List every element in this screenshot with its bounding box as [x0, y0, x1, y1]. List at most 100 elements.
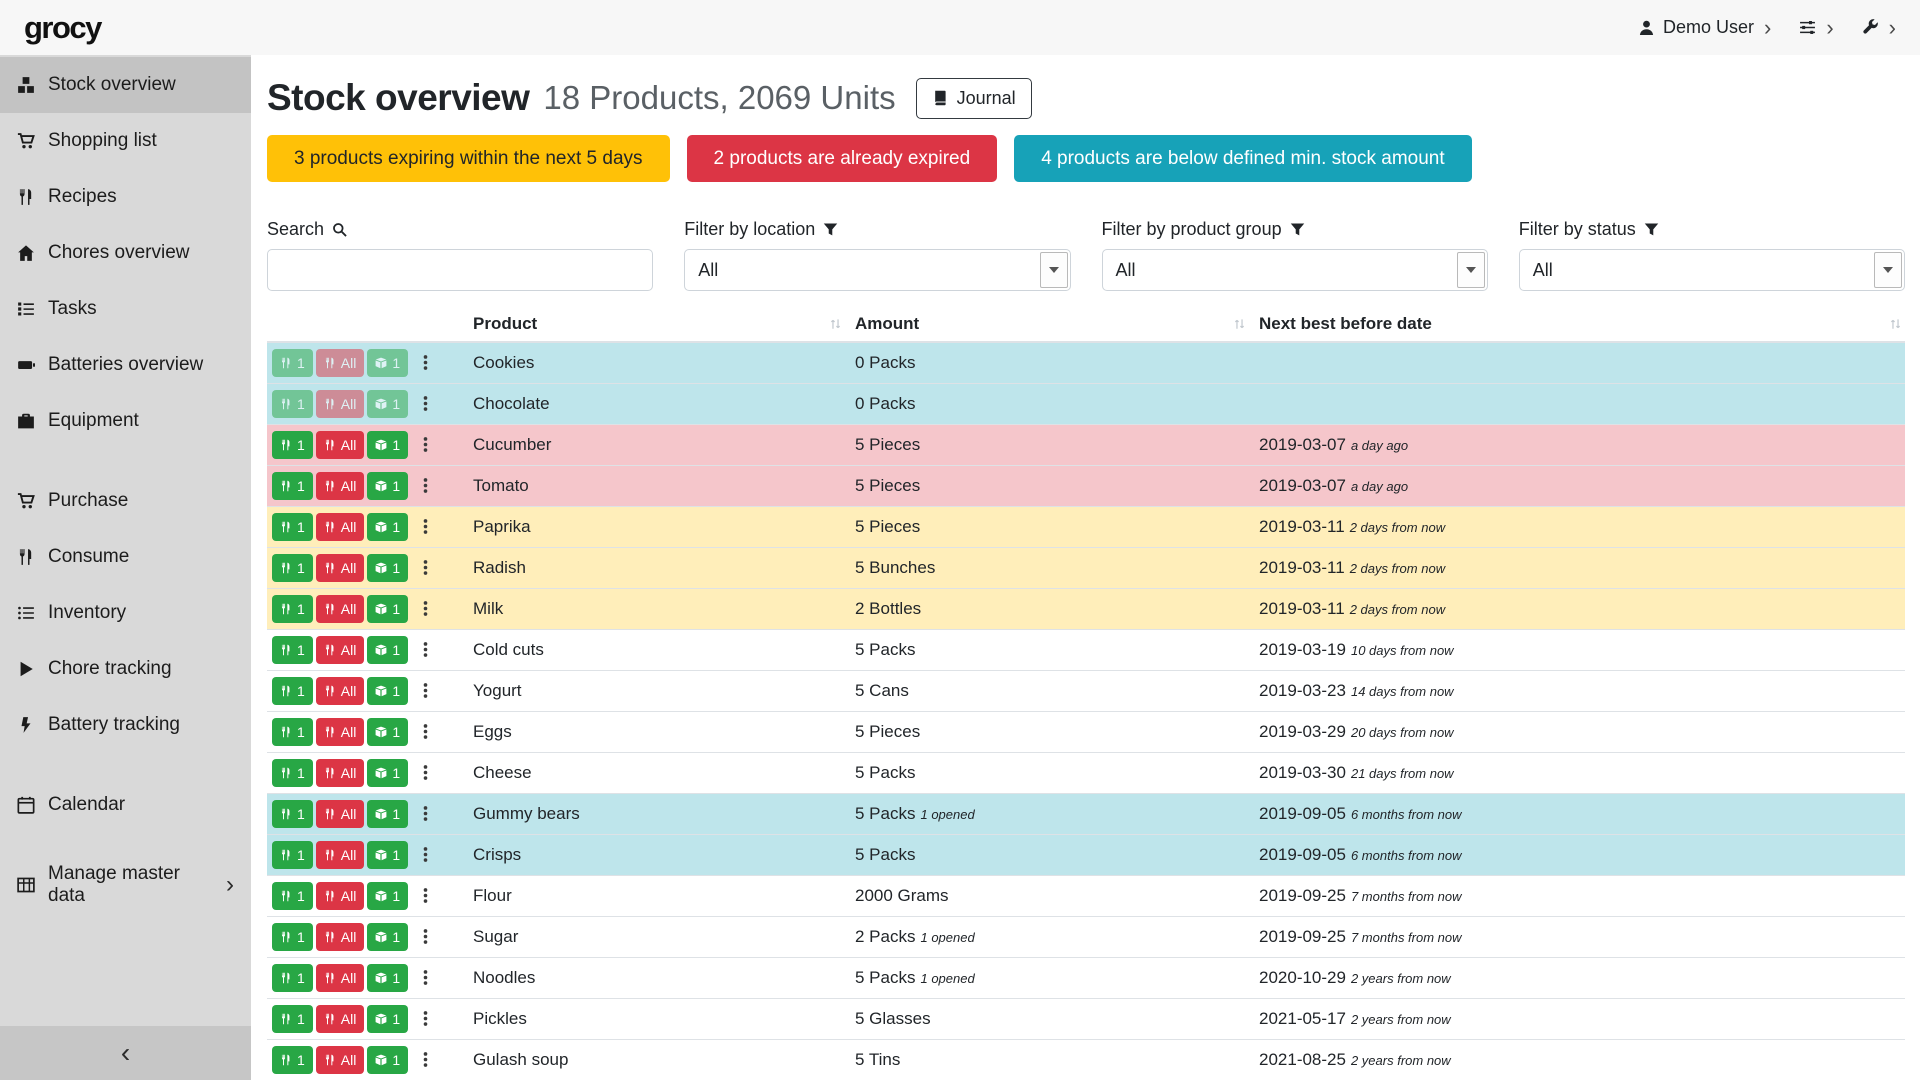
open-one-button[interactable]: 1: [367, 349, 408, 377]
open-one-button[interactable]: 1: [367, 554, 408, 582]
open-one-button[interactable]: 1: [367, 677, 408, 705]
admin-menu[interactable]: ›: [1862, 17, 1896, 39]
open-one-button[interactable]: 1: [367, 923, 408, 951]
open-one-button[interactable]: 1: [367, 431, 408, 459]
consume-one-button[interactable]: 1: [272, 718, 313, 746]
sidebar-item-inventory[interactable]: Inventory: [0, 585, 251, 641]
product-column-header[interactable]: Product: [463, 307, 845, 342]
consume-one-button[interactable]: 1: [272, 472, 313, 500]
row-menu-kebab-icon[interactable]: [417, 518, 434, 535]
sidebar-item-consume[interactable]: Consume: [0, 529, 251, 585]
row-menu-kebab-icon[interactable]: [417, 723, 434, 740]
consume-all-button[interactable]: All: [316, 431, 365, 459]
consume-all-button[interactable]: All: [316, 964, 365, 992]
open-one-button[interactable]: 1: [367, 841, 408, 869]
consume-all-button[interactable]: All: [316, 1046, 365, 1074]
consume-one-button[interactable]: 1: [272, 554, 313, 582]
row-menu-kebab-icon[interactable]: [417, 395, 434, 412]
status-select[interactable]: All: [1519, 249, 1905, 291]
row-menu-kebab-icon[interactable]: [417, 1010, 434, 1027]
consume-all-button[interactable]: All: [316, 1005, 365, 1033]
amount-column-header[interactable]: Amount: [845, 307, 1249, 342]
location-select[interactable]: All: [684, 249, 1070, 291]
sidebar-item-tasks[interactable]: Tasks: [0, 281, 251, 337]
row-menu-kebab-icon[interactable]: [417, 641, 434, 658]
row-menu-kebab-icon[interactable]: [417, 1051, 434, 1068]
consume-all-button[interactable]: All: [316, 636, 365, 664]
row-menu-kebab-icon[interactable]: [417, 436, 434, 453]
sidebar-item-batteries-overview[interactable]: Batteries overview: [0, 337, 251, 393]
consume-one-button[interactable]: 1: [272, 800, 313, 828]
row-menu-kebab-icon[interactable]: [417, 805, 434, 822]
consume-one-button[interactable]: 1: [272, 1005, 313, 1033]
search-input[interactable]: [267, 249, 653, 291]
row-menu-kebab-icon[interactable]: [417, 559, 434, 576]
sidebar-item-calendar[interactable]: Calendar: [0, 777, 251, 833]
sidebar-item-stock-overview[interactable]: Stock overview: [0, 57, 251, 113]
row-menu-kebab-icon[interactable]: [417, 600, 434, 617]
row-menu-kebab-icon[interactable]: [417, 928, 434, 945]
row-menu-kebab-icon[interactable]: [417, 354, 434, 371]
consume-one-button[interactable]: 1: [272, 677, 313, 705]
consume-all-button[interactable]: All: [316, 349, 365, 377]
consume-one-button[interactable]: 1: [272, 349, 313, 377]
open-one-button[interactable]: 1: [367, 759, 408, 787]
consume-all-button[interactable]: All: [316, 923, 365, 951]
sidebar-item-chores-overview[interactable]: Chores overview: [0, 225, 251, 281]
sidebar-item-shopping-list[interactable]: Shopping list: [0, 113, 251, 169]
consume-one-button[interactable]: 1: [272, 841, 313, 869]
consume-all-button[interactable]: All: [316, 472, 365, 500]
sidebar-item-manage-master-data[interactable]: Manage master data›: [0, 857, 251, 913]
open-one-button[interactable]: 1: [367, 636, 408, 664]
sidebar-collapse-button[interactable]: ‹: [0, 1026, 251, 1080]
open-one-button[interactable]: 1: [367, 513, 408, 541]
consume-all-button[interactable]: All: [316, 882, 365, 910]
consume-all-button[interactable]: All: [316, 513, 365, 541]
consume-one-button[interactable]: 1: [272, 636, 313, 664]
consume-one-button[interactable]: 1: [272, 964, 313, 992]
consume-all-button[interactable]: All: [316, 554, 365, 582]
consume-one-button[interactable]: 1: [272, 595, 313, 623]
row-menu-kebab-icon[interactable]: [417, 887, 434, 904]
open-one-button[interactable]: 1: [367, 595, 408, 623]
sidebar-item-battery-tracking[interactable]: Battery tracking: [0, 697, 251, 753]
consume-all-button[interactable]: All: [316, 390, 365, 418]
consume-one-button[interactable]: 1: [272, 431, 313, 459]
app-logo[interactable]: grocy: [24, 10, 101, 46]
consume-all-button[interactable]: All: [316, 718, 365, 746]
open-one-button[interactable]: 1: [367, 964, 408, 992]
table-row: 1All1Gummy bears5 Packs1 opened2019-09-0…: [267, 793, 1905, 834]
row-menu-kebab-icon[interactable]: [417, 682, 434, 699]
open-one-button[interactable]: 1: [367, 718, 408, 746]
open-one-button[interactable]: 1: [367, 882, 408, 910]
open-one-button[interactable]: 1: [367, 472, 408, 500]
consume-all-button[interactable]: All: [316, 841, 365, 869]
consume-all-button[interactable]: All: [316, 595, 365, 623]
best-before-column-header[interactable]: Next best before date: [1249, 307, 1905, 342]
consume-all-button[interactable]: All: [316, 677, 365, 705]
open-one-button[interactable]: 1: [367, 390, 408, 418]
consume-one-button[interactable]: 1: [272, 882, 313, 910]
journal-button[interactable]: Journal: [916, 78, 1032, 119]
consume-one-button[interactable]: 1: [272, 759, 313, 787]
sidebar-item-chore-tracking[interactable]: Chore tracking: [0, 641, 251, 697]
user-menu[interactable]: Demo User ›: [1638, 17, 1771, 39]
consume-one-button[interactable]: 1: [272, 1046, 313, 1074]
sidebar-item-equipment[interactable]: Equipment: [0, 393, 251, 449]
open-one-button[interactable]: 1: [367, 800, 408, 828]
row-menu-kebab-icon[interactable]: [417, 969, 434, 986]
sidebar-item-purchase[interactable]: Purchase: [0, 473, 251, 529]
consume-all-button[interactable]: All: [316, 800, 365, 828]
sidebar-item-recipes[interactable]: Recipes: [0, 169, 251, 225]
consume-one-button[interactable]: 1: [272, 513, 313, 541]
product-group-select[interactable]: All: [1102, 249, 1488, 291]
open-one-button[interactable]: 1: [367, 1046, 408, 1074]
consume-all-button[interactable]: All: [316, 759, 365, 787]
row-menu-kebab-icon[interactable]: [417, 846, 434, 863]
consume-one-button[interactable]: 1: [272, 390, 313, 418]
consume-one-button[interactable]: 1: [272, 923, 313, 951]
row-menu-kebab-icon[interactable]: [417, 764, 434, 781]
settings-menu[interactable]: ›: [1799, 17, 1833, 39]
row-menu-kebab-icon[interactable]: [417, 477, 434, 494]
open-one-button[interactable]: 1: [367, 1005, 408, 1033]
